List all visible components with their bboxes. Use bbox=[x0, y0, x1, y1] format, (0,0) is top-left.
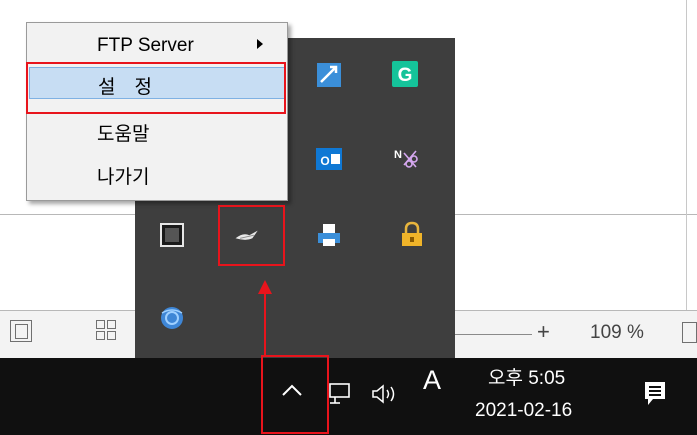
annotation-arrow-icon bbox=[258, 280, 272, 355]
